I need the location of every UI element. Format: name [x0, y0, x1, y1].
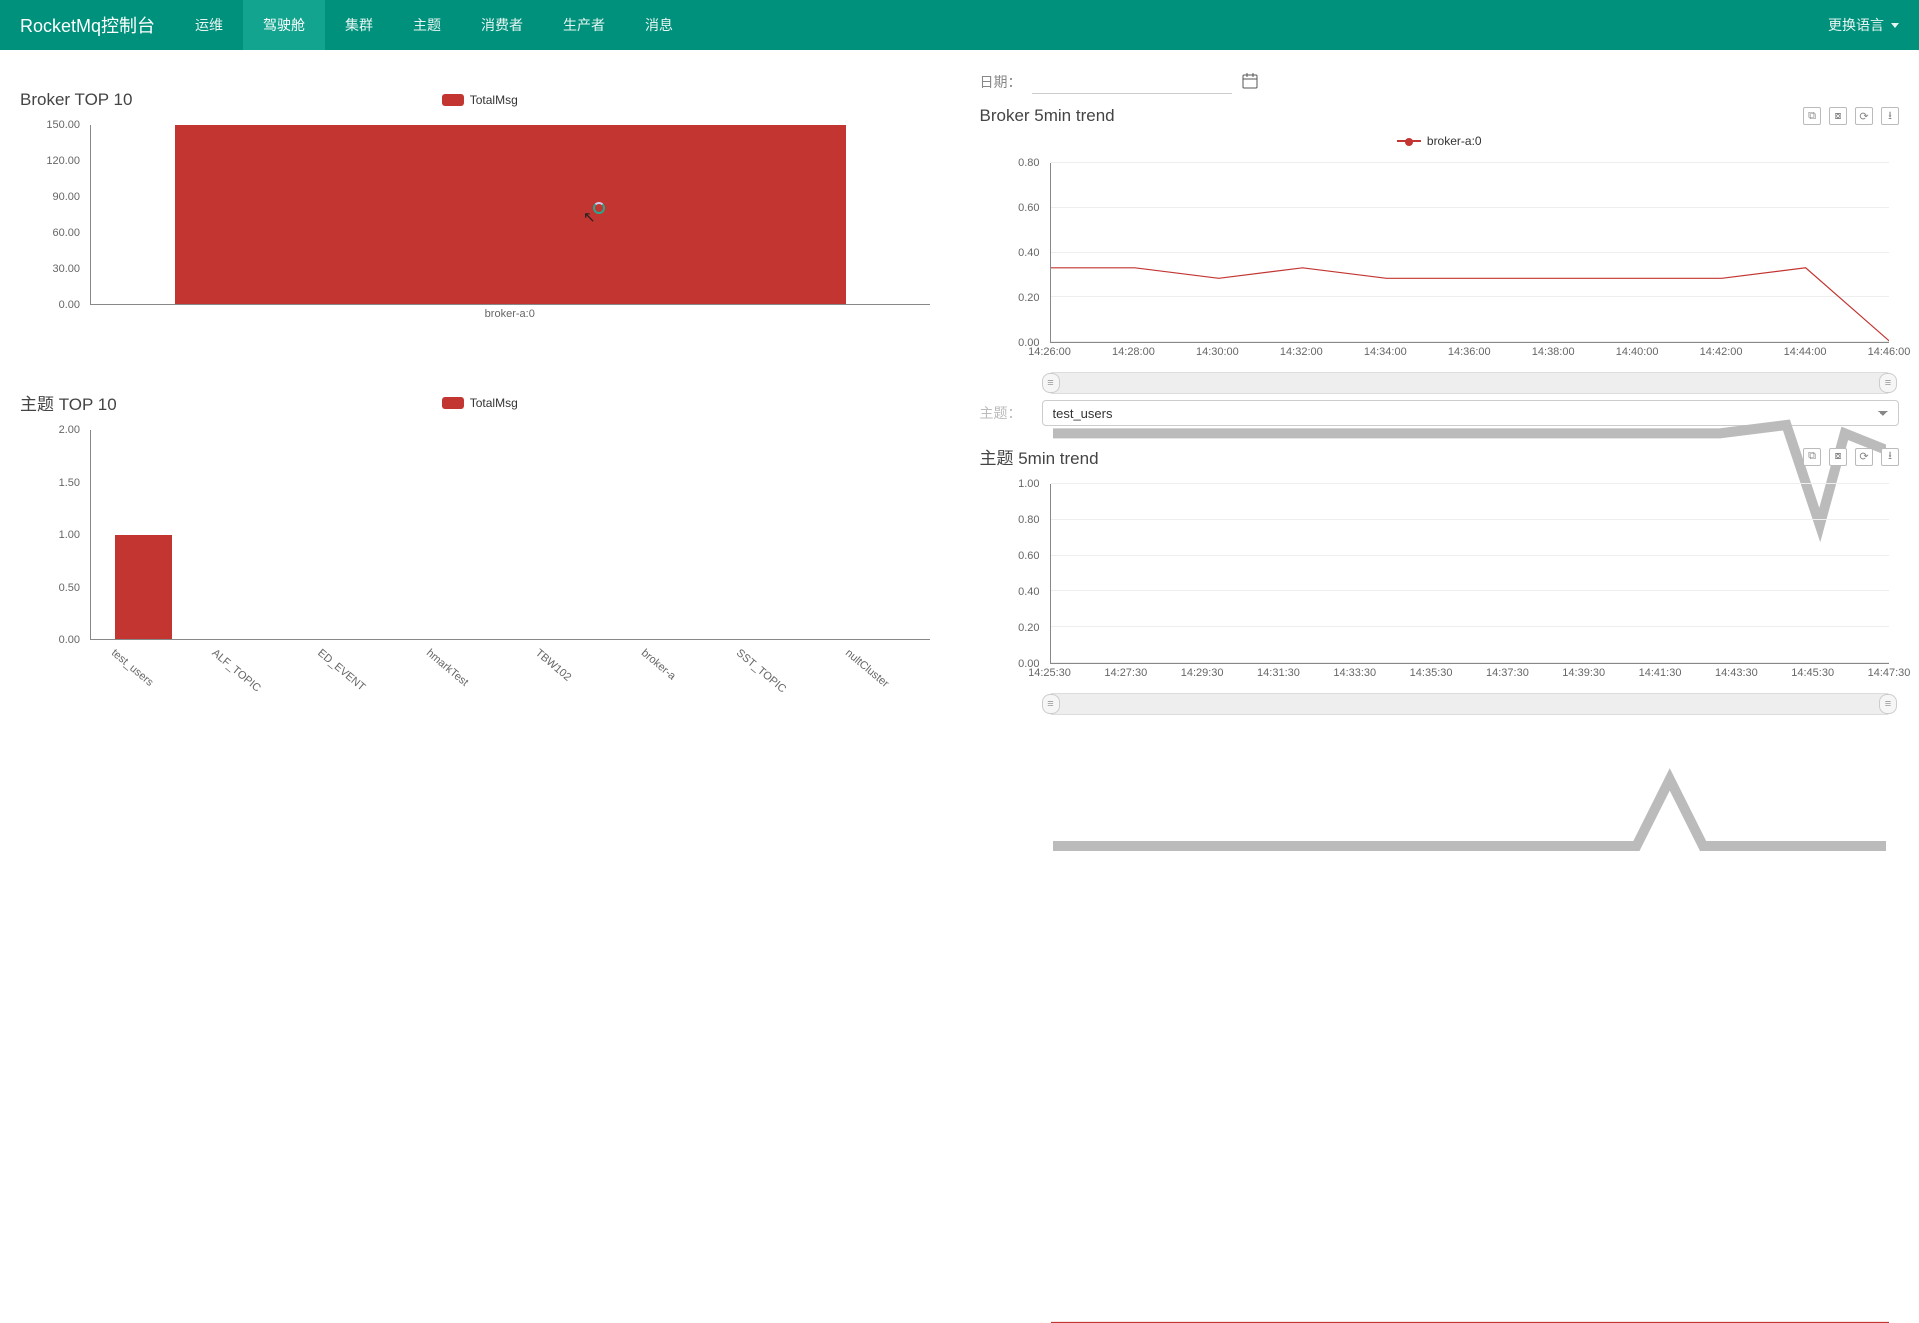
panel-broker-top10: Broker TOP 10 TotalMsg 0.0030.0060.0090.… [20, 90, 940, 330]
legend-swatch-icon [442, 94, 464, 106]
chart-title-topic-5min: 主题 5min trend [980, 444, 1099, 469]
chart-broker-5min[interactable]: 0.000.200.400.600.8014:26:0014:28:0014:3… [980, 158, 1900, 368]
toolbox-broker-5min: ⧉ ⧇ ⟳ ⭳ [1803, 107, 1899, 125]
chart-topic-top10[interactable]: 0.000.501.001.502.00test_usersALF_TOPICE… [20, 425, 940, 665]
legend-broker-top10: TotalMsg [442, 93, 518, 107]
chart-broker-top10[interactable]: 0.0030.0060.0090.00120.00150.00broker-a:… [20, 120, 940, 330]
legend-line-icon [1397, 140, 1421, 142]
zoom-icon[interactable]: ⧉ [1803, 448, 1821, 466]
download-icon[interactable]: ⭳ [1881, 448, 1899, 466]
legend-topic-top10: TotalMsg [442, 396, 518, 410]
language-dropdown[interactable]: 更换语言 [1828, 15, 1899, 35]
legend-label: TotalMsg [470, 396, 518, 410]
panel-broker-5min: Broker 5min trend ⧉ ⧇ ⟳ ⭳ broker-a:0 0.0… [980, 106, 1900, 426]
nav-message[interactable]: 消息 [625, 0, 693, 50]
date-label: 日期： [980, 72, 1022, 92]
app-brand: RocketMq控制台 [20, 12, 155, 38]
refresh-icon[interactable]: ⟳ [1855, 448, 1873, 466]
legend-broker-5min: broker-a:0 [1397, 134, 1482, 148]
panel-topic-top10: 主题 TOP 10 TotalMsg 0.000.501.001.502.00t… [20, 390, 940, 665]
toolbox-topic-5min: ⧉ ⧇ ⟳ ⭳ [1803, 448, 1899, 466]
chart-title-broker-top10: Broker TOP 10 [20, 90, 132, 110]
zoom-reset-icon[interactable]: ⧇ [1829, 448, 1847, 466]
datazoom-broker-5min[interactable]: ≡ ≡ [1050, 372, 1890, 394]
chart-title-topic-top10: 主题 TOP 10 [20, 390, 117, 415]
nav-ops[interactable]: 运维 [175, 0, 243, 50]
nav-cluster[interactable]: 集群 [325, 0, 393, 50]
datazoom-handle-left[interactable]: ≡ [1042, 373, 1060, 393]
date-picker-row: 日期： [980, 70, 1900, 94]
datazoom-topic-5min[interactable]: ≡ ≡ [1050, 693, 1890, 715]
chart-topic-5min[interactable]: 0.000.200.400.600.801.0014:25:3014:27:30… [980, 479, 1900, 689]
legend-label: TotalMsg [470, 93, 518, 107]
chevron-down-icon [1891, 23, 1899, 28]
nav-topic[interactable]: 主题 [393, 0, 461, 50]
nav-dashboard[interactable]: 驾驶舱 [243, 0, 325, 50]
download-icon[interactable]: ⭳ [1881, 107, 1899, 125]
legend-label: broker-a:0 [1427, 134, 1482, 148]
nav-consumer[interactable]: 消费者 [461, 0, 543, 50]
calendar-icon[interactable] [1242, 73, 1258, 92]
nav-items: 运维 驾驶舱 集群 主题 消费者 生产者 消息 [175, 0, 693, 50]
topic-label: 主题： [980, 403, 1022, 423]
date-input[interactable] [1032, 70, 1232, 94]
chart-title-broker-5min: Broker 5min trend [980, 106, 1115, 126]
panel-topic-5min: 主题 5min trend ⧉ ⧇ ⟳ ⭳ 0.000.200.400.600.… [980, 444, 1900, 715]
refresh-icon[interactable]: ⟳ [1855, 107, 1873, 125]
zoom-reset-icon[interactable]: ⧇ [1829, 107, 1847, 125]
nav-producer[interactable]: 生产者 [543, 0, 625, 50]
language-label: 更换语言 [1828, 15, 1884, 35]
datazoom-handle-right[interactable]: ≡ [1879, 694, 1897, 714]
zoom-icon[interactable]: ⧉ [1803, 107, 1821, 125]
legend-swatch-icon [442, 397, 464, 409]
datazoom-handle-left[interactable]: ≡ [1042, 694, 1060, 714]
datazoom-handle-right[interactable]: ≡ [1879, 373, 1897, 393]
navbar: RocketMq控制台 运维 驾驶舱 集群 主题 消费者 生产者 消息 更换语言 [0, 0, 1919, 50]
